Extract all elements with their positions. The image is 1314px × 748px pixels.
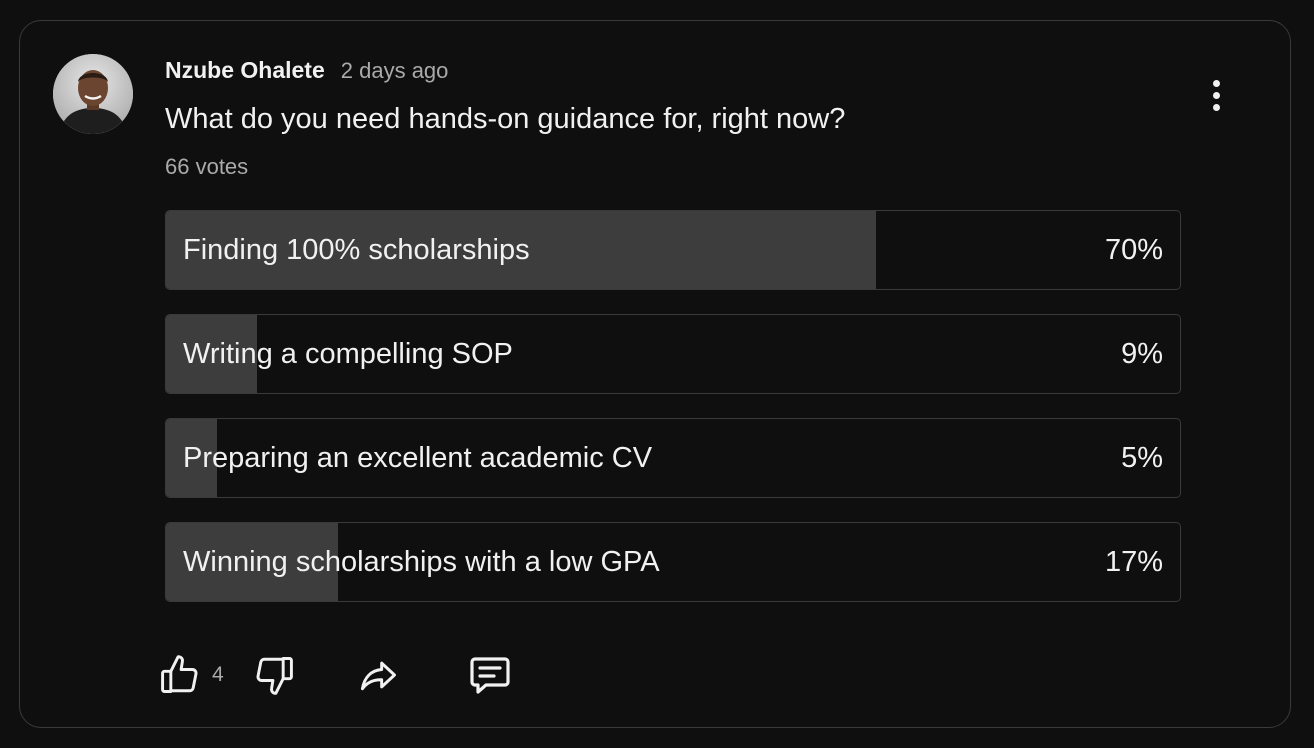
author-line: Nzube Ohalete 2 days ago xyxy=(165,57,448,84)
poll-post-card: Nzube Ohalete 2 days ago What do you nee… xyxy=(19,20,1291,728)
vote-count: 66 votes xyxy=(165,154,249,179)
poll-question: What do you need hands-on guidance for, … xyxy=(165,103,846,135)
poll-option[interactable]: Winning scholarships with a low GPA 17% xyxy=(165,522,1181,602)
post-timestamp[interactable]: 2 days ago xyxy=(341,58,449,84)
more-vert-icon-dot xyxy=(1212,103,1220,111)
like-count: 4 xyxy=(212,663,224,686)
more-vert-icon-dot xyxy=(1212,91,1220,99)
share-button[interactable] xyxy=(354,647,402,703)
poll-option-percent: 70% xyxy=(1104,233,1163,266)
more-vert-icon xyxy=(1212,79,1220,87)
more-options-button[interactable] xyxy=(1204,75,1228,115)
poll-options: Finding 100% scholarships 70% Writing a … xyxy=(165,210,1181,626)
poll-option-percent: 17% xyxy=(1104,545,1163,578)
poll-option-percent: 5% xyxy=(1121,441,1163,474)
avatar[interactable] xyxy=(53,54,133,134)
poll-option-percent: 9% xyxy=(1121,337,1163,370)
poll-option[interactable]: Preparing an excellent academic CV 5% xyxy=(165,418,1181,498)
share-icon xyxy=(360,661,396,691)
poll-option-label: Finding 100% scholarships xyxy=(183,233,530,266)
poll-option[interactable]: Finding 100% scholarships 70% xyxy=(165,210,1181,290)
comment-button[interactable] xyxy=(466,647,514,703)
poll-option[interactable]: Writing a compelling SOP 9% xyxy=(165,314,1181,394)
poll-option-label: Winning scholarships with a low GPA xyxy=(183,545,660,578)
like-button[interactable]: 4 xyxy=(158,647,224,703)
poll-option-label: Writing a compelling SOP xyxy=(183,337,513,370)
poll-option-label: Preparing an excellent academic CV xyxy=(183,441,653,474)
comment-icon xyxy=(470,657,510,694)
dislike-button[interactable] xyxy=(252,647,296,703)
thumbs-up-icon xyxy=(161,655,198,693)
author-name[interactable]: Nzube Ohalete xyxy=(165,57,325,84)
thumbs-down-icon xyxy=(256,657,293,695)
